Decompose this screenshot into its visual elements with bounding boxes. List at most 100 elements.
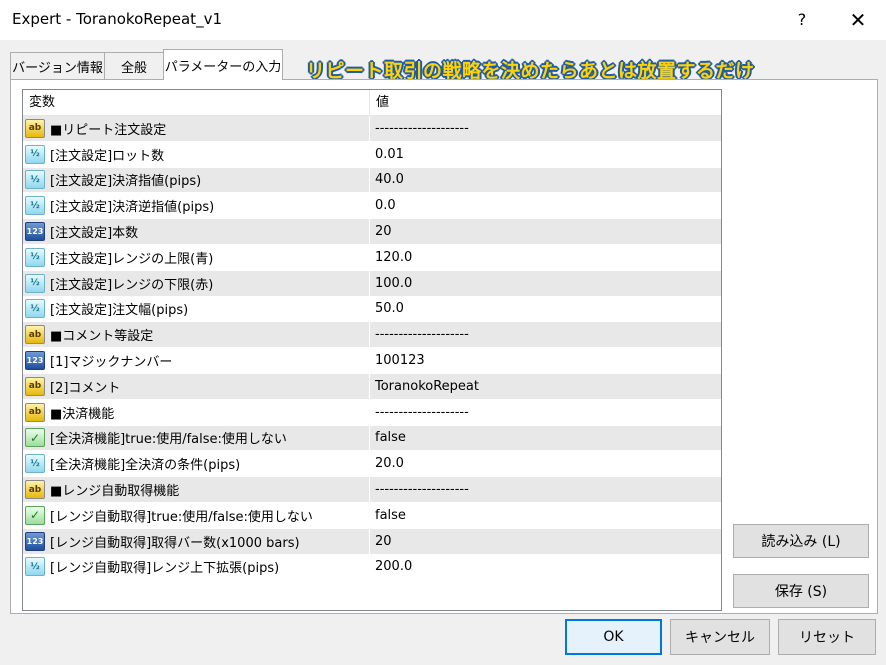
parameter-row[interactable]: ½ [注文設定]決済逆指値(pips) 0.0 bbox=[23, 193, 721, 220]
parameter-name-cell: ab ■決済機能 bbox=[23, 399, 370, 425]
parameter-value[interactable]: 20 bbox=[370, 529, 721, 554]
parameter-grid: 変数 値 ab ■リピート注文設定 -------------------- ½ [注文… bbox=[22, 89, 722, 611]
parameter-name-cell: ½ [レンジ自動取得]レンジ上下拡張(pips) bbox=[23, 554, 370, 580]
parameter-value[interactable]: 100.0 bbox=[370, 271, 721, 296]
reset-button[interactable]: リセット bbox=[778, 619, 876, 655]
double-type-icon: ½ bbox=[25, 247, 45, 267]
grid-header: 変数 値 bbox=[23, 90, 721, 116]
parameter-name: [2]コメント bbox=[50, 380, 121, 396]
close-button[interactable]: ✕ bbox=[843, 6, 873, 34]
parameter-name-cell: 123 [レンジ自動取得]取得バー数(x1000 bars) bbox=[23, 528, 370, 554]
grid-body: ab ■リピート注文設定 -------------------- ½ [注文設定]ロッ… bbox=[23, 116, 721, 581]
parameter-value[interactable]: 120.0 bbox=[370, 245, 721, 270]
parameter-row[interactable]: 123 [注文設定]本数 20 bbox=[23, 219, 721, 245]
parameter-name-cell: 123 [注文設定]本数 bbox=[23, 219, 370, 244]
parameter-row[interactable]: ½ [全決済機能]全決済の条件(pips) 20.0 bbox=[23, 451, 721, 478]
parameter-name: [注文設定]レンジの上限(青) bbox=[50, 251, 214, 267]
parameter-value[interactable]: -------------------- bbox=[370, 477, 721, 502]
parameter-row[interactable]: ✓ [全決済機能]true:使用/false:使用しない false bbox=[23, 425, 721, 452]
help-button[interactable]: ? bbox=[790, 6, 814, 34]
parameter-name: [注文設定]本数 bbox=[50, 226, 139, 242]
ok-button[interactable]: OK bbox=[565, 619, 662, 655]
integer-type-icon: 123 bbox=[25, 351, 45, 371]
parameter-value[interactable]: 50.0 bbox=[370, 297, 721, 322]
tab-general[interactable]: 全般 bbox=[104, 52, 164, 79]
parameter-name-cell: ½ [注文設定]ロット数 bbox=[23, 141, 370, 167]
column-header-value[interactable]: 値 bbox=[370, 90, 721, 115]
parameter-name-cell: ½ [注文設定]決済逆指値(pips) bbox=[23, 193, 370, 219]
parameter-name: [レンジ自動取得]取得バー数(x1000 bars) bbox=[50, 535, 300, 551]
double-type-icon: ½ bbox=[25, 454, 45, 474]
parameter-value[interactable]: -------------------- bbox=[370, 116, 721, 141]
parameter-name-cell: 123 [1]マジックナンバー bbox=[23, 348, 370, 373]
parameter-value[interactable]: 100123 bbox=[370, 348, 721, 373]
load-button[interactable]: 読み込み (L) bbox=[733, 524, 869, 558]
parameter-value[interactable]: 0.0 bbox=[370, 193, 721, 218]
text-type-icon: ab bbox=[25, 118, 45, 138]
parameter-name: [1]マジックナンバー bbox=[50, 355, 173, 371]
integer-type-icon: 123 bbox=[25, 222, 45, 242]
tab-version-info[interactable]: バージョン情報 bbox=[10, 52, 105, 79]
title-bar: Expert - ToranokoRepeat_v1 ? ✕ bbox=[0, 0, 886, 40]
window-title: Expert - ToranokoRepeat_v1 bbox=[12, 10, 222, 28]
parameter-value[interactable]: 0.01 bbox=[370, 142, 721, 167]
double-type-icon: ½ bbox=[25, 273, 45, 293]
parameter-row[interactable]: ½ [注文設定]レンジの上限(青) 120.0 bbox=[23, 244, 721, 271]
parameter-name: ■決済機能 bbox=[50, 406, 115, 422]
parameter-row[interactable]: ½ [注文設定]ロット数 0.01 bbox=[23, 141, 721, 168]
parameter-value[interactable]: 200.0 bbox=[370, 555, 721, 580]
parameter-value[interactable]: 20.0 bbox=[370, 451, 721, 476]
parameter-name: ■コメント等設定 bbox=[50, 329, 154, 345]
parameter-name: [全決済機能]true:使用/false:使用しない bbox=[50, 432, 287, 448]
parameter-name: [注文設定]ロット数 bbox=[50, 148, 165, 164]
parameter-row[interactable]: ab ■レンジ自動取得機能 -------------------- bbox=[23, 477, 721, 503]
parameter-name: [全決済機能]全決済の条件(pips) bbox=[50, 458, 241, 474]
save-button[interactable]: 保存 (S) bbox=[733, 574, 869, 608]
cancel-button[interactable]: キャンセル bbox=[670, 619, 770, 655]
parameter-value[interactable]: -------------------- bbox=[370, 322, 721, 347]
parameter-name: [レンジ自動取得]true:使用/false:使用しない bbox=[50, 509, 313, 525]
parameter-row[interactable]: ab [2]コメント ToranokoRepeat bbox=[23, 373, 721, 400]
parameter-value[interactable]: false bbox=[370, 503, 721, 528]
parameter-name: ■リピート注文設定 bbox=[50, 122, 167, 138]
parameter-row[interactable]: ½ [レンジ自動取得]レンジ上下拡張(pips) 200.0 bbox=[23, 554, 721, 581]
parameter-value[interactable]: ToranokoRepeat bbox=[370, 374, 721, 399]
parameter-name-cell: ½ [注文設定]注文幅(pips) bbox=[23, 296, 370, 322]
parameter-row[interactable]: ½ [注文設定]決済指値(pips) 40.0 bbox=[23, 167, 721, 194]
parameter-name-cell: ½ [注文設定]レンジの下限(赤) bbox=[23, 270, 370, 296]
integer-type-icon: 123 bbox=[25, 531, 45, 551]
double-type-icon: ½ bbox=[25, 170, 45, 190]
parameter-row[interactable]: ab ■決済機能 -------------------- bbox=[23, 399, 721, 426]
text-type-icon: ab bbox=[25, 402, 45, 422]
parameter-name: [注文設定]決済逆指値(pips) bbox=[50, 200, 215, 216]
parameter-value[interactable]: 20 bbox=[370, 219, 721, 244]
parameter-row[interactable]: 123 [1]マジックナンバー 100123 bbox=[23, 348, 721, 374]
text-type-icon: ab bbox=[25, 480, 45, 500]
parameter-row[interactable]: ab ■リピート注文設定 -------------------- bbox=[23, 116, 721, 142]
column-header-variable[interactable]: 変数 bbox=[23, 90, 370, 115]
parameter-row[interactable]: ✓ [レンジ自動取得]true:使用/false:使用しない false bbox=[23, 502, 721, 529]
parameter-name-cell: ab ■リピート注文設定 bbox=[23, 116, 370, 141]
parameter-name: [レンジ自動取得]レンジ上下拡張(pips) bbox=[50, 561, 280, 577]
parameter-row[interactable]: ab ■コメント等設定 -------------------- bbox=[23, 322, 721, 349]
double-type-icon: ½ bbox=[25, 144, 45, 164]
parameter-name-cell: ½ [注文設定]レンジの上限(青) bbox=[23, 244, 370, 270]
parameter-name-cell: ab [2]コメント bbox=[23, 373, 370, 399]
parameter-value[interactable]: -------------------- bbox=[370, 400, 721, 425]
parameter-name: [注文設定]レンジの下限(赤) bbox=[50, 277, 214, 293]
parameter-row[interactable]: ½ [注文設定]レンジの下限(赤) 100.0 bbox=[23, 270, 721, 297]
parameter-name-cell: ½ [注文設定]決済指値(pips) bbox=[23, 167, 370, 193]
parameter-name: [注文設定]決済指値(pips) bbox=[50, 174, 202, 190]
parameter-value[interactable]: 40.0 bbox=[370, 168, 721, 193]
parameter-row[interactable]: ½ [注文設定]注文幅(pips) 50.0 bbox=[23, 296, 721, 323]
double-type-icon: ½ bbox=[25, 299, 45, 319]
parameter-name-cell: ab ■コメント等設定 bbox=[23, 322, 370, 348]
parameter-name-cell: ✓ [レンジ自動取得]true:使用/false:使用しない bbox=[23, 502, 370, 528]
parameter-name-cell: ½ [全決済機能]全決済の条件(pips) bbox=[23, 451, 370, 477]
parameter-name-cell: ✓ [全決済機能]true:使用/false:使用しない bbox=[23, 425, 370, 451]
tab-parameter-input[interactable]: パラメーターの入力 bbox=[163, 49, 283, 80]
text-type-icon: ab bbox=[25, 376, 45, 396]
parameter-row[interactable]: 123 [レンジ自動取得]取得バー数(x1000 bars) 20 bbox=[23, 528, 721, 555]
parameter-value[interactable]: false bbox=[370, 426, 721, 451]
double-type-icon: ½ bbox=[25, 557, 45, 577]
